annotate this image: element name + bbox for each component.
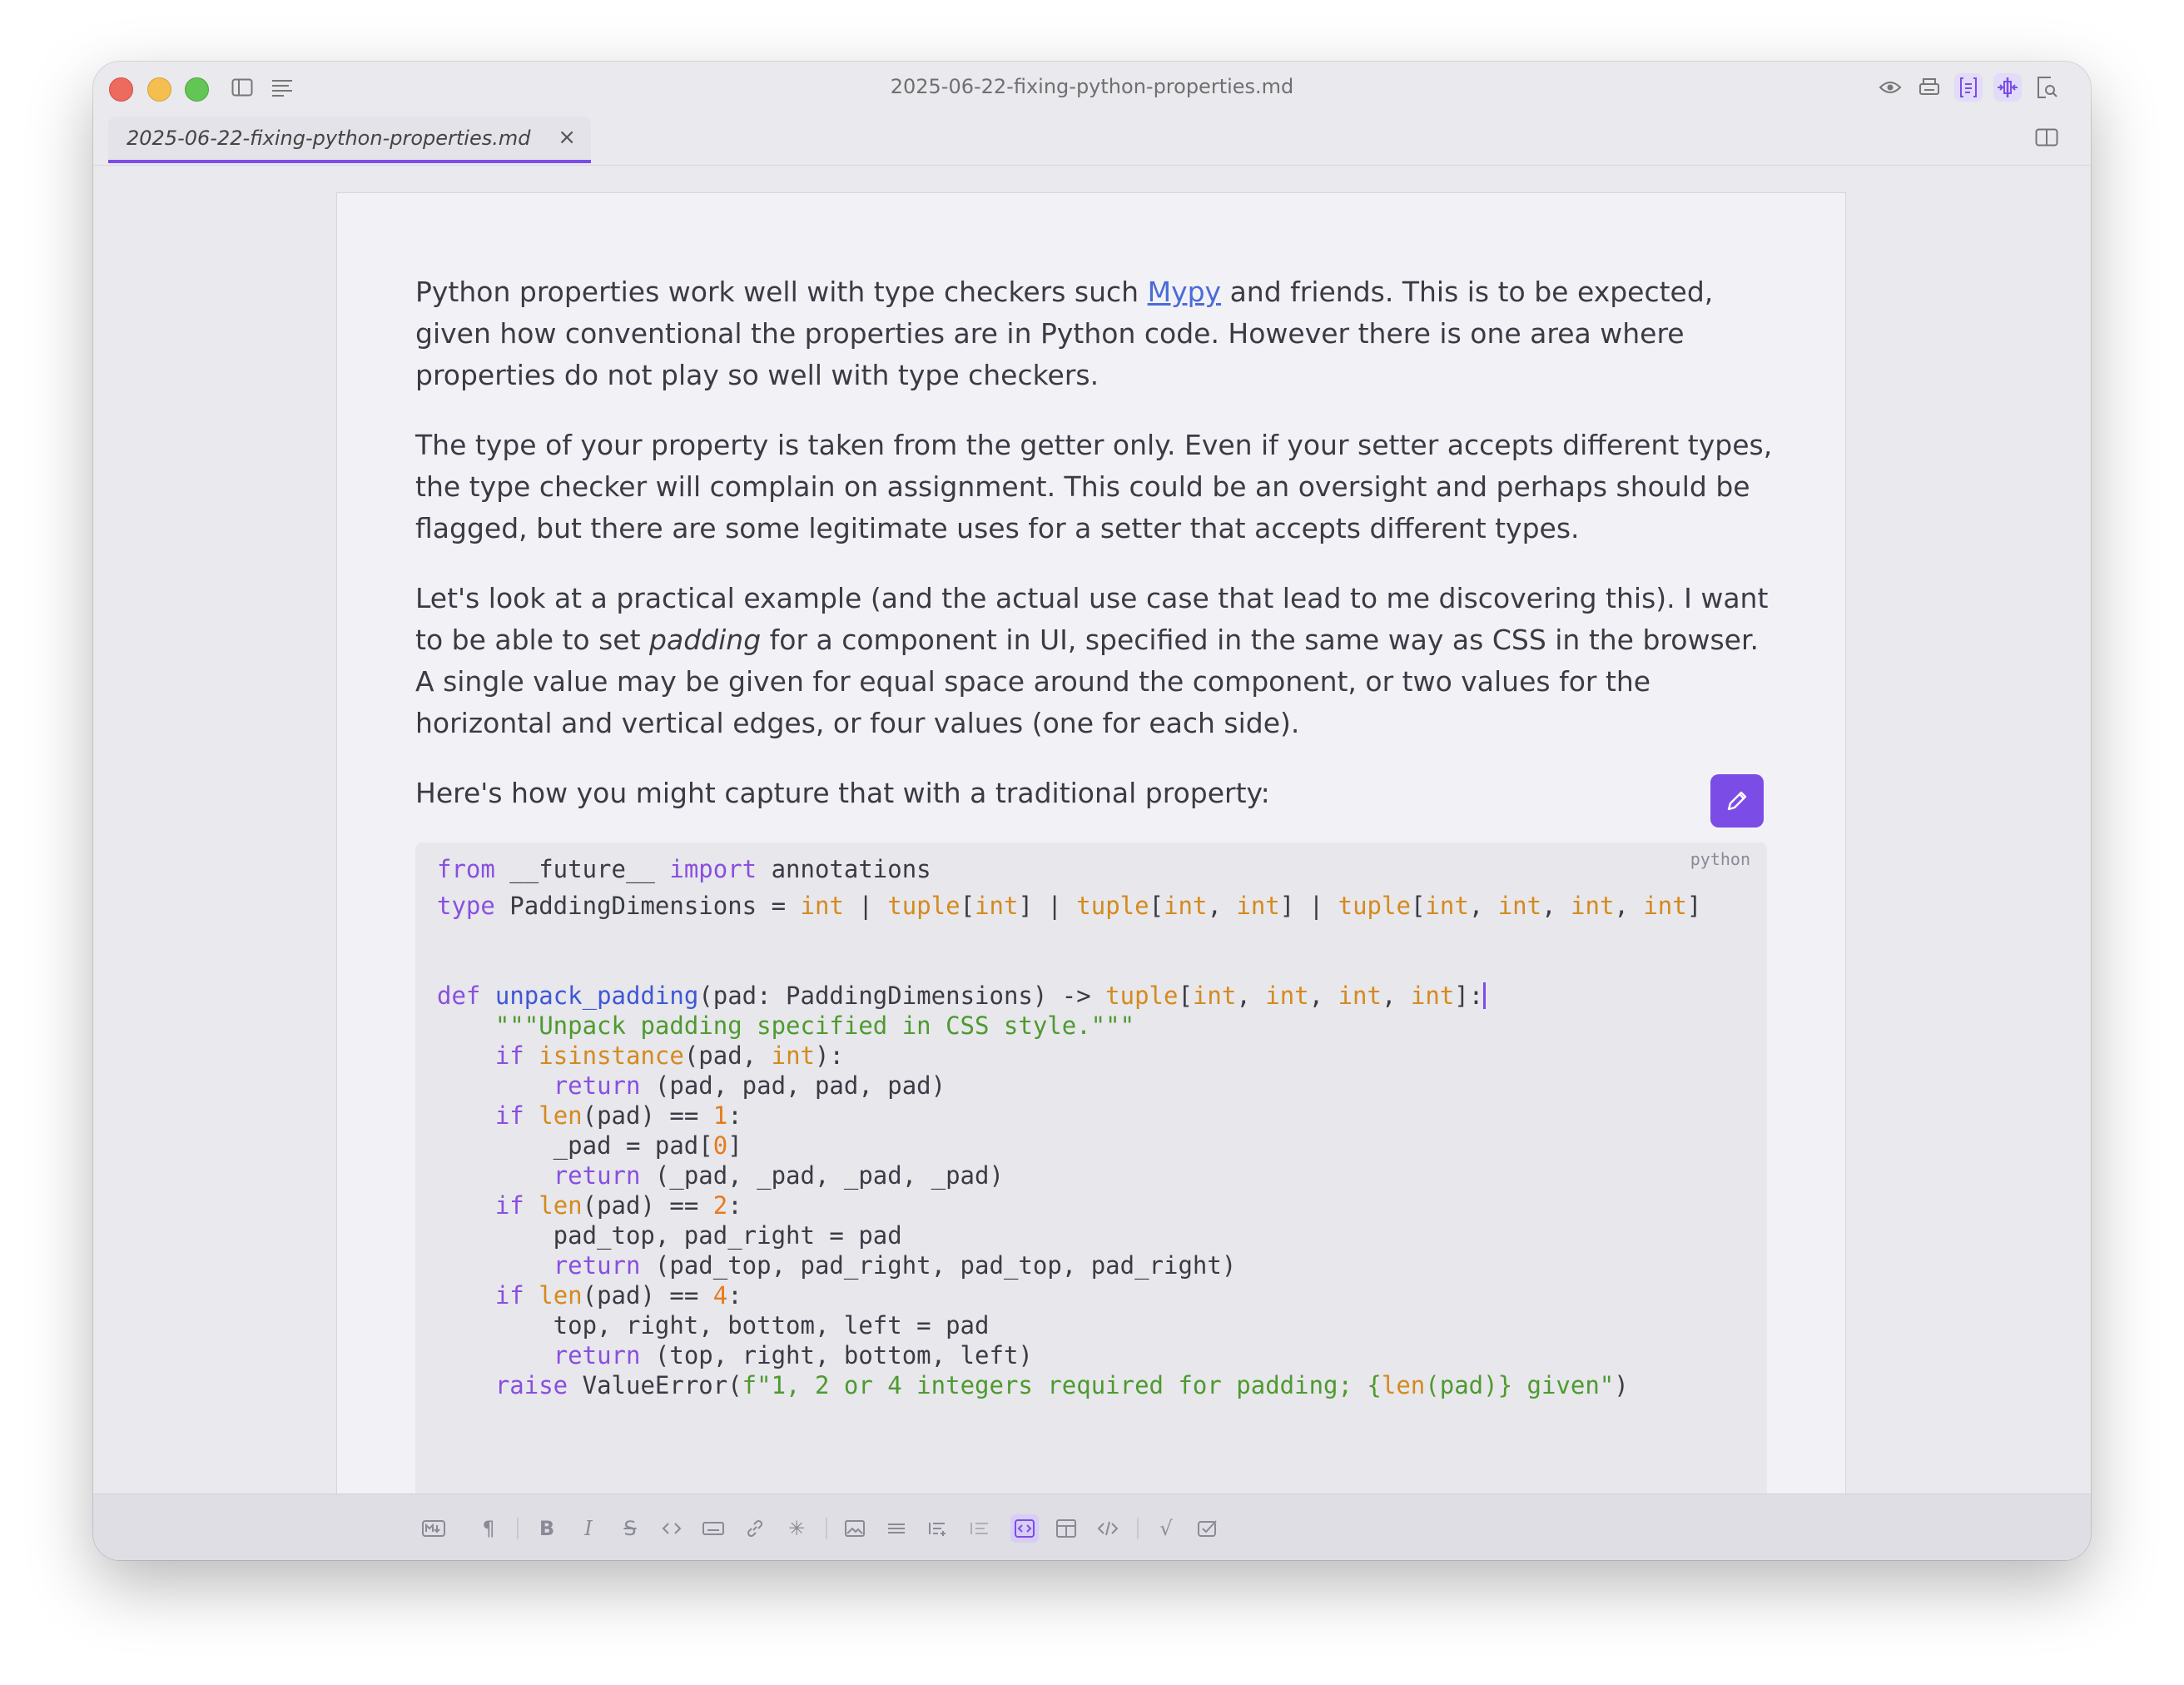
paragraph-4: Here's how you might capture that with a… [415,777,1270,809]
paragraph-icon[interactable]: ¶ [474,1514,503,1543]
split-view-icon[interactable] [2033,123,2061,152]
tab-bar: 2025-06-22-fixing-python-properties.md × [93,113,2091,166]
tab-label: 2025-06-22-fixing-python-properties.md [127,127,531,150]
italic-icon[interactable]: I [574,1514,603,1543]
format-toolbar: ¶ B I S ✳ √ [93,1494,2091,1560]
preview-eye-icon[interactable] [1876,73,1904,102]
code-block-icon[interactable] [1010,1514,1039,1543]
table-icon[interactable] [1052,1514,1080,1543]
list-icon[interactable] [924,1514,952,1543]
math-icon[interactable]: √ [1152,1514,1180,1543]
image-icon[interactable] [841,1514,869,1543]
markdown-icon[interactable] [419,1514,448,1543]
window-title: 2025-06-22-fixing-python-properties.md [890,75,1294,98]
editor-mode-icon[interactable] [1954,73,1983,102]
ordered-list-icon[interactable] [965,1514,994,1543]
titlebar: 2025-06-22-fixing-python-properties.md [93,62,2091,113]
inline-code-icon[interactable] [658,1514,686,1543]
paragraph-2: The type of your property is taken from … [415,429,1773,544]
pencil-icon [1727,791,1747,811]
mypy-link[interactable]: Mypy [1148,276,1221,308]
link-icon[interactable] [741,1514,769,1543]
bold-icon[interactable]: B [533,1514,561,1543]
checkbox-icon[interactable] [1194,1514,1222,1543]
find-icon[interactable] [2033,73,2061,102]
tab-document[interactable]: 2025-06-22-fixing-python-properties.md × [108,117,591,163]
code-text[interactable]: from __future__ import annotations type … [437,854,1701,1400]
tab-close-icon[interactable]: × [558,125,576,150]
printer-icon[interactable] [1915,73,1943,102]
app-window: 2025-06-22-fixing-python-properties.md 2… [93,62,2091,1560]
text-cursor [1483,982,1487,1009]
split-mode-icon[interactable] [1993,73,2022,102]
document-page[interactable]: Python properties work well with type ch… [336,192,1846,1526]
code-block[interactable]: python from __future__ import annotation… [415,842,1767,1525]
edit-code-button[interactable] [1710,774,1764,828]
html-icon[interactable] [1094,1514,1122,1543]
paragraph-1: Python properties work well with type ch… [415,271,1774,396]
emphasis-text: padding [649,624,762,656]
paragraph-3: Let's look at a practical example (and t… [415,578,1774,744]
horizontal-rule-icon[interactable] [882,1514,911,1543]
strikethrough-icon[interactable]: S [616,1514,644,1543]
asterisk-icon[interactable]: ✳ [782,1514,811,1543]
paragraph-text: Python properties work well with type ch… [415,276,1148,308]
document-content[interactable]: Python properties work well with type ch… [415,271,1774,842]
keyboard-icon[interactable] [699,1514,727,1543]
